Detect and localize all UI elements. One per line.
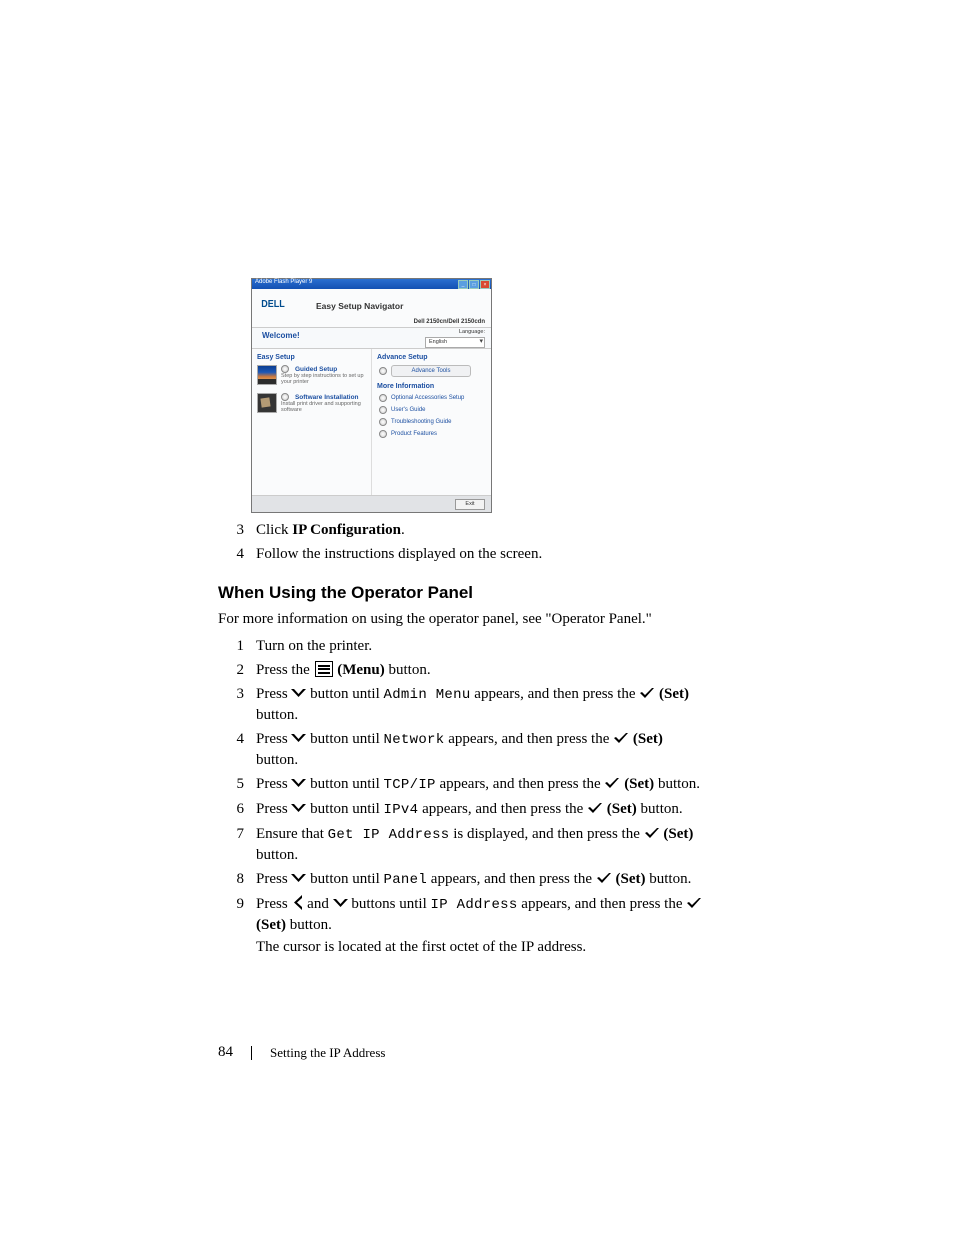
bullet-icon (379, 418, 387, 426)
intro-paragraph: For more information on using the operat… (218, 611, 704, 628)
window-titlebar: Adobe Flash Player 9 _ □ × (252, 279, 491, 289)
language-select[interactable]: English (425, 337, 485, 348)
down-icon (291, 688, 306, 700)
advance-setup-heading: Advance Setup (377, 354, 486, 361)
down-icon (291, 733, 306, 745)
check-icon (613, 732, 629, 745)
language-label: Language: (459, 329, 485, 335)
step-9-followup: The cursor is located at the first octet… (256, 939, 704, 956)
down-icon (291, 803, 306, 815)
window-controls: _ □ × (457, 280, 490, 289)
op-step-5: 5 Press button until TCP/IP appears, and… (218, 774, 704, 795)
more-info-heading: More Information (377, 383, 486, 390)
window-title: Adobe Flash Player 9 (255, 279, 312, 285)
page-footer: 84 Setting the IP Address (218, 1044, 385, 1061)
down-icon (291, 778, 306, 790)
guided-setup-title: Guided Setup (295, 366, 337, 373)
software-install-desc: Install print driver and supporting soft… (281, 401, 366, 414)
bullet-icon (379, 367, 387, 375)
model-label: Dell 2150cn/Dell 2150cdn (414, 319, 485, 325)
check-icon (686, 897, 702, 910)
op-step-3: 3 Press button until Admin Menu appears,… (218, 684, 704, 725)
app-screenshot: Adobe Flash Player 9 _ □ × DELL Easy Set… (251, 278, 492, 513)
guided-setup-thumb (257, 365, 277, 385)
back-icon (291, 895, 303, 910)
op-step-8: 8 Press button until Panel appears, and … (218, 869, 704, 890)
software-install-thumb (257, 393, 277, 413)
software-install-title: Software Installation (295, 393, 359, 400)
check-icon (596, 872, 612, 885)
advance-tools-button[interactable]: Advance Tools (391, 365, 471, 377)
welcome-label: Welcome! (262, 331, 300, 340)
down-icon (291, 873, 306, 885)
guided-setup-card[interactable]: Guided Setup Step by step instructions t… (257, 365, 366, 386)
section-heading: When Using the Operator Panel (218, 583, 704, 603)
op-step-7: 7 Ensure that Get IP Address is displaye… (218, 824, 704, 865)
check-icon (604, 777, 620, 790)
op-step-1: 1 Turn on the printer. (218, 636, 704, 656)
op-step-4: 4 Press button until Network appears, an… (218, 729, 704, 770)
bullet-icon (379, 394, 387, 402)
software-install-card[interactable]: Software Installation Install print driv… (257, 393, 366, 414)
footer-title: Setting the IP Address (270, 1045, 385, 1061)
page-body: 3 Click IP Configuration. 4 Follow the i… (218, 516, 704, 964)
app-header: DELL Easy Setup Navigator Dell 2150cn/De… (252, 289, 491, 328)
bullet-icon (281, 393, 289, 401)
op-step-6: 6 Press button until IPv4 appears, and t… (218, 799, 704, 820)
minimize-icon[interactable]: _ (458, 280, 468, 289)
maximize-icon[interactable]: □ (469, 280, 479, 289)
close-icon[interactable]: × (480, 280, 490, 289)
easy-setup-heading: Easy Setup (257, 354, 366, 361)
page-number: 84 (218, 1044, 233, 1061)
exit-button[interactable]: Exit (455, 499, 485, 510)
footer-divider (251, 1046, 252, 1060)
op-step-9: 9 Press and buttons until IP Address app… (218, 894, 704, 935)
dell-logo: DELL (261, 299, 284, 310)
bullet-icon (379, 430, 387, 438)
op-step-2: 2 Press the (Menu) button. (218, 660, 704, 680)
bullet-icon (281, 365, 289, 373)
product-features-link[interactable]: Product Features (379, 430, 486, 438)
users-guide-link[interactable]: User's Guide (379, 406, 486, 414)
menu-icon (315, 661, 333, 677)
guided-setup-desc: Step by step instructions to set up your… (281, 373, 366, 386)
check-icon (639, 687, 655, 700)
down-icon (333, 898, 348, 910)
bullet-icon (379, 406, 387, 414)
step-4: 4 Follow the instructions displayed on t… (218, 544, 704, 564)
app-title: Easy Setup Navigator (316, 301, 403, 311)
optional-accessories-link[interactable]: Optional Accessories Setup (379, 394, 486, 402)
check-icon (644, 827, 660, 840)
step-3: 3 Click IP Configuration. (218, 520, 704, 540)
troubleshooting-guide-link[interactable]: Troubleshooting Guide (379, 418, 486, 426)
check-icon (587, 802, 603, 815)
